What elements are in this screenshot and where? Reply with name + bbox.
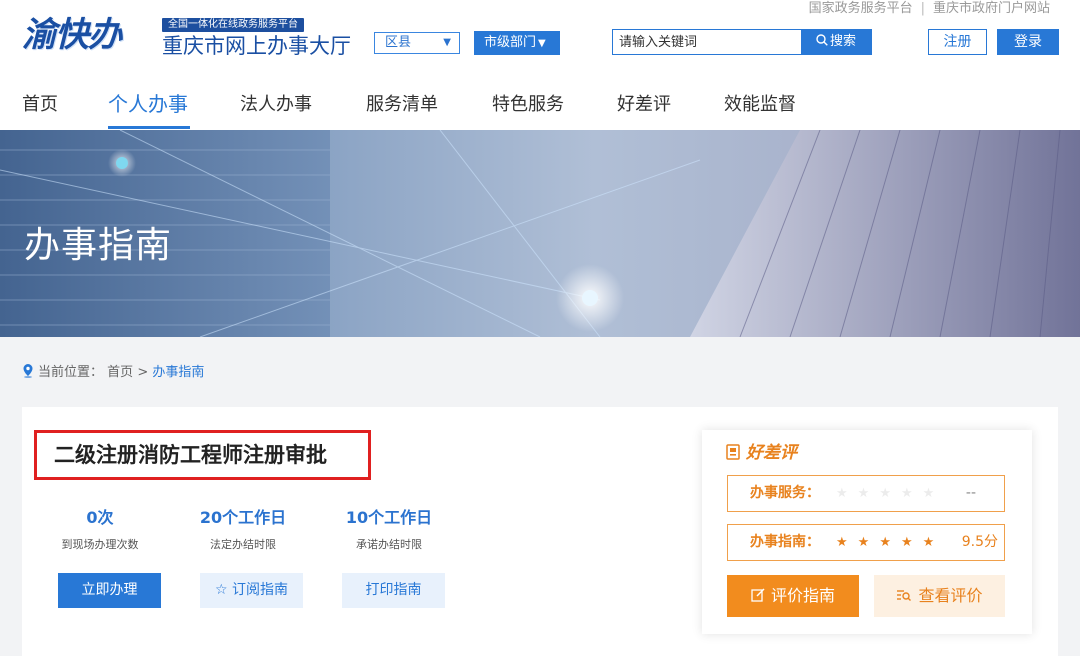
location-pin-icon (23, 364, 33, 378)
search-icon (816, 34, 828, 46)
main-nav: 首页 个人办事 法人办事 服务清单 特色服务 好差评 效能监督 (0, 86, 1080, 130)
login-button[interactable]: 登录 (997, 29, 1059, 55)
nav-service-list[interactable]: 服务清单 (366, 92, 438, 118)
rating-title: 好差评 (726, 441, 797, 465)
star-icon: ★ (857, 535, 880, 550)
top-links: 国家政务服务平台 | 重庆市政府门户网站 (809, 0, 1050, 18)
stat-visit-count: 0次 到现场办理次数 (50, 507, 150, 553)
site-header: 国家政务服务平台 | 重庆市政府门户网站 渝快办 全国一体化在线政务服务平台 重庆市… (0, 0, 1080, 130)
register-button[interactable]: 注册 (928, 29, 987, 55)
star-icon: ★ (857, 486, 880, 501)
guide-title: 二级注册消防工程师注册审批 (54, 443, 327, 467)
search-box: 搜索 (612, 29, 872, 55)
breadcrumb-current: 办事指南 (152, 365, 205, 380)
evaluate-guide-button[interactable]: 评价指南 (727, 575, 859, 617)
banner-title: 办事指南 (24, 225, 173, 266)
rating-guide-score: 9.5分 (961, 534, 998, 550)
stat-value: 20个工作日 (199, 508, 287, 527)
subscribe-guide-button[interactable]: ☆ 订阅指南 (200, 573, 303, 608)
stat-label: 承诺办结时限 (356, 538, 422, 551)
breadcrumb-label: 当前位置： (38, 365, 104, 380)
stat-legal-time-limit: 20个工作日 法定办结时限 (188, 507, 298, 553)
breadcrumb-separator: > (137, 365, 149, 380)
district-select[interactable]: 区县 ▼ (374, 32, 460, 54)
stat-value: 10个工作日 (345, 508, 433, 527)
caret-down-icon: ▼ (538, 38, 546, 49)
star-icon: ★ (879, 486, 901, 501)
rating-service-label: 办事服务： (750, 485, 820, 501)
platform-slogan: 全国一体化在线政务服务平台 (162, 18, 304, 32)
nav-active-indicator (108, 126, 190, 129)
page-banner: 办事指南 (0, 130, 1080, 337)
search-input[interactable] (613, 30, 803, 54)
nav-corporate-affairs[interactable]: 法人办事 (240, 92, 312, 118)
city-department-select[interactable]: 市级部门 ▼ (474, 31, 560, 55)
rating-badge-icon (726, 444, 740, 460)
city-select-label: 市级部门 (484, 35, 537, 50)
half-star-icon: ★ (922, 535, 945, 550)
link-gov-portal[interactable]: 重庆市政府门户网站 (933, 1, 1050, 16)
star-icon: ★ (900, 535, 923, 550)
rating-row-service: 办事服务： ★★★★★ -- (727, 475, 1005, 512)
hall-title: 重庆市网上办事大厅 (162, 34, 351, 58)
rating-guide-stars: ★★★★★ (836, 525, 944, 560)
stat-promised-time-limit: 10个工作日 承诺办结时限 (334, 507, 444, 553)
rating-row-guide: 办事指南： ★★★★★ 9.5分 (727, 524, 1005, 561)
stat-label: 法定办结时限 (210, 538, 276, 551)
print-guide-button[interactable]: 打印指南 (342, 573, 445, 608)
rating-title-text: 好差评 (746, 443, 797, 463)
breadcrumb: 当前位置： 首页 > 办事指南 (22, 364, 204, 382)
apply-now-button[interactable]: 立即办理 (58, 573, 161, 608)
link-national-platform[interactable]: 国家政务服务平台 (809, 1, 913, 16)
edit-icon (751, 588, 765, 602)
view-evaluations-button[interactable]: 查看评价 (874, 575, 1005, 617)
top-link-separator: | (920, 1, 925, 16)
star-icon: ★ (900, 486, 923, 501)
rating-service-score: -- (965, 485, 976, 501)
star-icon: ★ (922, 486, 945, 501)
star-outline-icon: ☆ (214, 582, 232, 598)
view-evaluations-label: 查看评价 (918, 586, 983, 605)
nav-home[interactable]: 首页 (22, 92, 58, 118)
breadcrumb-home[interactable]: 首页 (107, 365, 133, 380)
nav-rating[interactable]: 好差评 (617, 92, 671, 118)
star-icon: ★ (879, 535, 901, 550)
nav-personal-affairs[interactable]: 个人办事 (108, 91, 188, 117)
brand-logo[interactable]: 渝快办 (22, 12, 142, 60)
star-icon: ★ (836, 535, 858, 550)
list-search-icon (897, 590, 912, 601)
district-select-label: 区县 (385, 35, 412, 50)
search-button[interactable]: 搜索 (801, 30, 871, 54)
nav-featured-services[interactable]: 特色服务 (492, 92, 564, 118)
rating-service-stars: ★★★★★ (836, 476, 944, 511)
caret-down-icon: ▼ (443, 37, 451, 48)
nav-efficiency-supervision[interactable]: 效能监督 (724, 92, 796, 118)
stat-label: 到现场办理次数 (61, 538, 139, 551)
star-icon: ★ (836, 486, 858, 501)
subscribe-guide-label: 订阅指南 (232, 582, 288, 598)
brand-logo-text: 渝快办 (22, 15, 122, 55)
evaluate-guide-label: 评价指南 (770, 586, 835, 605)
rating-guide-label: 办事指南： (750, 534, 820, 550)
stat-value: 0次 (86, 508, 114, 527)
search-button-label: 搜索 (829, 34, 856, 49)
